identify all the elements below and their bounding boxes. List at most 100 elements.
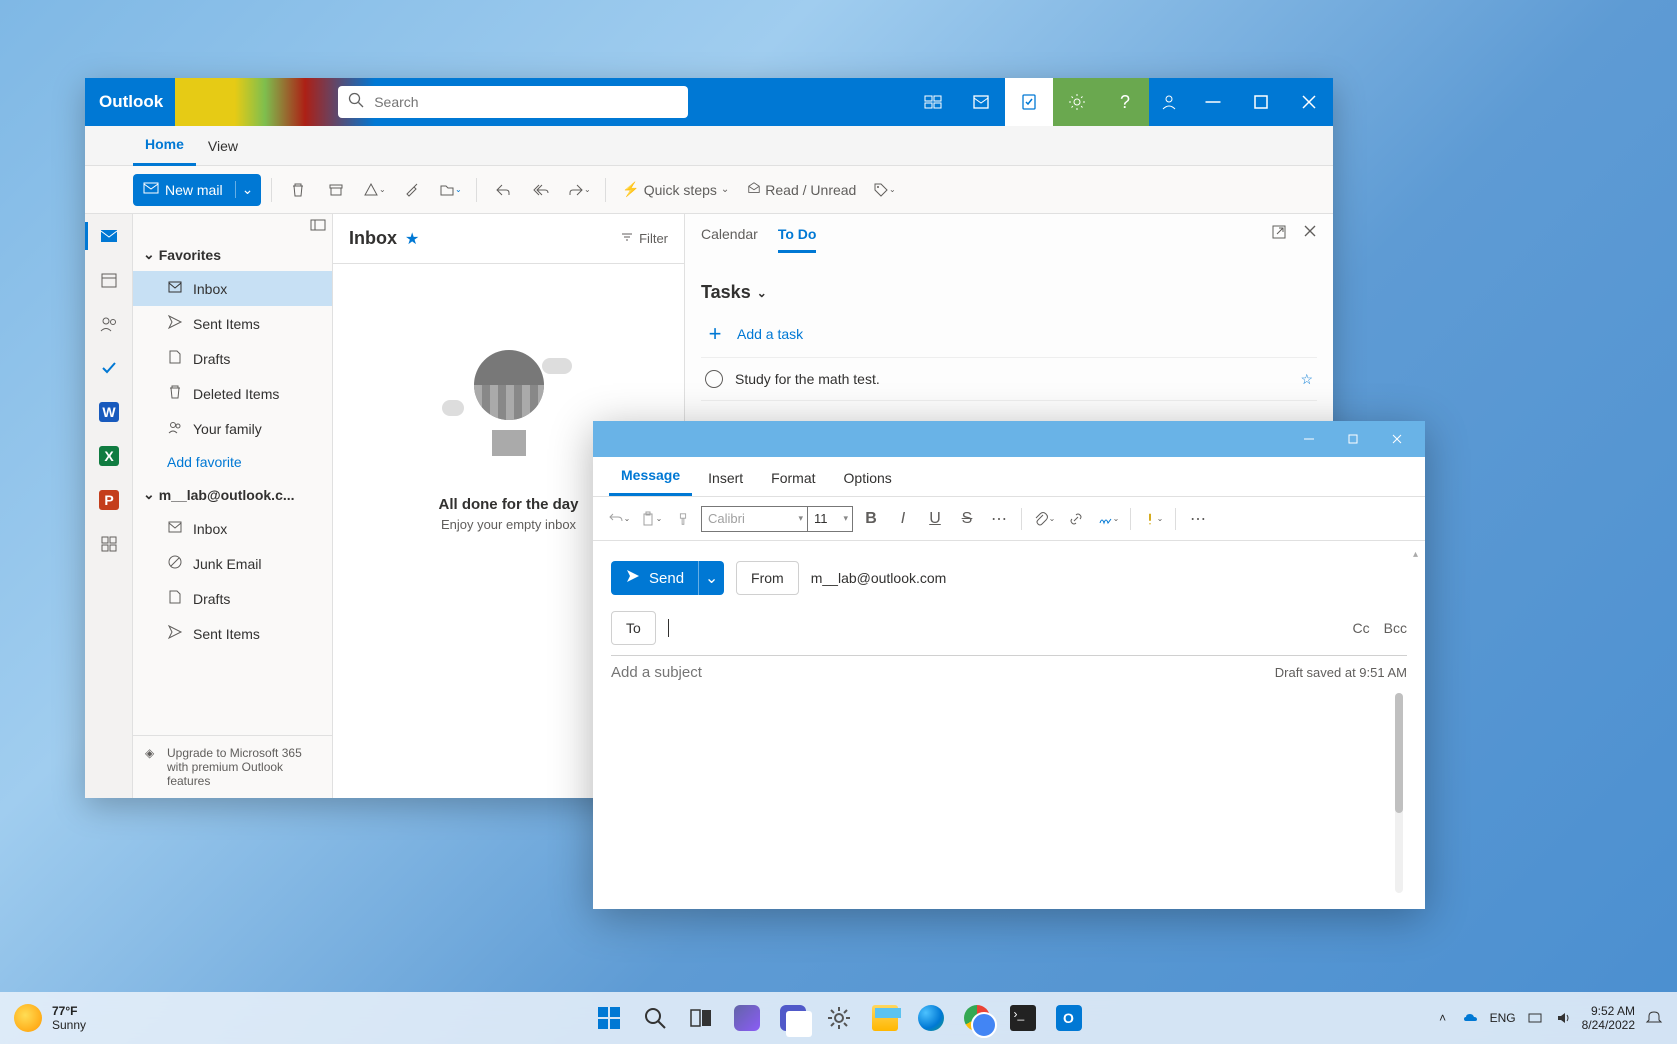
account-header[interactable]: ⌄ m__lab@outlook.c... [133, 478, 332, 511]
onedrive-icon[interactable] [1462, 1009, 1480, 1027]
task-view-icon[interactable] [681, 998, 721, 1038]
rail-calendar-icon[interactable] [85, 258, 133, 302]
ribbon-toggle-icon[interactable] [909, 78, 957, 126]
clock[interactable]: 9:52 AM 8/24/2022 [1582, 1004, 1635, 1032]
search-box[interactable] [338, 86, 688, 118]
rail-people-icon[interactable] [85, 302, 133, 346]
move-icon[interactable]: ⌄ [434, 174, 466, 206]
collapse-pane-icon[interactable] [310, 218, 326, 234]
signature-icon[interactable]: ⌄ [1094, 505, 1122, 533]
compose-minimize-icon[interactable] [1287, 421, 1331, 457]
archive-icon[interactable] [320, 174, 352, 206]
italic-icon[interactable]: I [889, 505, 917, 533]
compose-close-icon[interactable] [1375, 421, 1419, 457]
rail-excel-icon[interactable]: X [85, 434, 133, 478]
close-panel-icon[interactable] [1303, 224, 1317, 245]
reply-all-icon[interactable] [525, 174, 557, 206]
attach-icon[interactable]: ⌄ [1030, 505, 1058, 533]
tab-view[interactable]: View [196, 126, 250, 166]
account-drafts[interactable]: Drafts [133, 581, 332, 616]
widgets-icon[interactable] [727, 998, 767, 1038]
to-button[interactable]: To [611, 611, 656, 645]
compose-maximize-icon[interactable] [1331, 421, 1375, 457]
font-name-dropdown[interactable]: Calibri▾ [702, 507, 808, 531]
scrollbar[interactable] [1395, 693, 1403, 893]
more-options-icon[interactable]: ⋯ [1184, 505, 1212, 533]
bold-icon[interactable]: B [857, 505, 885, 533]
format-painter-icon[interactable] [669, 505, 697, 533]
rail-more-apps-icon[interactable] [85, 522, 133, 566]
account-sent[interactable]: Sent Items [133, 616, 332, 651]
rail-powerpoint-icon[interactable]: P [85, 478, 133, 522]
message-body-editor[interactable] [611, 689, 1407, 897]
underline-icon[interactable]: U [921, 505, 949, 533]
read-unread-button[interactable]: Read / Unread [741, 181, 862, 198]
report-icon[interactable]: ⌄ [358, 174, 390, 206]
task-item[interactable]: Study for the math test. ☆ [701, 358, 1317, 401]
new-mail-button[interactable]: New mail ⌄ [133, 174, 261, 206]
outlook-taskbar-icon[interactable]: O [1049, 998, 1089, 1038]
star-icon[interactable]: ☆ [1300, 371, 1313, 388]
notifications-tray-icon[interactable] [1645, 1009, 1663, 1027]
sweep-icon[interactable] [396, 174, 428, 206]
chrome-icon[interactable] [957, 998, 997, 1038]
minimize-icon[interactable] [1189, 78, 1237, 126]
send-dropdown-icon[interactable]: ⌄ [698, 561, 724, 595]
compose-tab-insert[interactable]: Insert [696, 460, 755, 496]
more-formatting-icon[interactable]: ⋯ [985, 505, 1013, 533]
popout-icon[interactable] [1271, 224, 1287, 245]
tab-home[interactable]: Home [133, 126, 196, 166]
account-junk[interactable]: Junk Email [133, 546, 332, 581]
folder-sent-items[interactable]: Sent Items [133, 306, 332, 341]
volume-icon[interactable] [1554, 1009, 1572, 1027]
folder-deleted-items[interactable]: Deleted Items [133, 376, 332, 411]
file-explorer-icon[interactable] [865, 998, 905, 1038]
account-inbox[interactable]: Inbox [133, 511, 332, 546]
font-size-dropdown[interactable]: 11▾ [808, 507, 852, 531]
paste-icon[interactable]: ⌄ [637, 505, 665, 533]
my-day-icon[interactable] [1005, 78, 1053, 126]
delete-icon[interactable] [282, 174, 314, 206]
rail-mail-icon[interactable] [85, 214, 133, 258]
chat-icon[interactable] [773, 998, 813, 1038]
search-input[interactable] [374, 94, 678, 110]
compose-tab-format[interactable]: Format [759, 460, 827, 496]
star-icon[interactable]: ★ [405, 229, 419, 249]
notifications-icon[interactable] [957, 78, 1005, 126]
edge-icon[interactable] [911, 998, 951, 1038]
send-button[interactable]: Send ⌄ [611, 561, 724, 595]
filter-button[interactable]: Filter [621, 231, 668, 246]
maximize-icon[interactable] [1237, 78, 1285, 126]
font-selector[interactable]: Calibri▾ 11▾ [701, 506, 853, 532]
tab-todo[interactable]: To Do [778, 226, 817, 253]
settings-icon[interactable] [1053, 78, 1101, 126]
task-circle-icon[interactable] [705, 370, 723, 388]
close-icon[interactable] [1285, 78, 1333, 126]
reply-icon[interactable] [487, 174, 519, 206]
rail-todo-icon[interactable] [85, 346, 133, 390]
from-button[interactable]: From [736, 561, 799, 595]
start-button[interactable] [589, 998, 629, 1038]
tray-chevron-icon[interactable]: ˄ [1434, 1009, 1452, 1027]
settings-app-icon[interactable] [819, 998, 859, 1038]
subject-input[interactable] [611, 664, 1275, 681]
compose-tab-message[interactable]: Message [609, 457, 692, 496]
favorites-header[interactable]: ⌄ Favorites [133, 238, 332, 271]
link-icon[interactable] [1062, 505, 1090, 533]
bcc-button[interactable]: Bcc [1384, 620, 1407, 636]
add-task-button[interactable]: + Add a task [701, 311, 1317, 358]
account-icon[interactable] [1149, 78, 1189, 126]
cc-button[interactable]: Cc [1353, 620, 1370, 636]
rail-word-icon[interactable]: W [85, 390, 133, 434]
compose-tab-options[interactable]: Options [832, 460, 904, 496]
add-favorite-link[interactable]: Add favorite [133, 446, 332, 478]
taskbar-search-icon[interactable] [635, 998, 675, 1038]
network-icon[interactable] [1526, 1009, 1544, 1027]
sensitivity-icon[interactable]: ⌄ [1139, 505, 1167, 533]
strikethrough-icon[interactable]: S [953, 505, 981, 533]
chevron-down-icon[interactable]: ⌄ [235, 181, 254, 198]
folder-drafts[interactable]: Drafts [133, 341, 332, 376]
tasks-header[interactable]: Tasks ⌄ [701, 266, 1317, 311]
terminal-icon[interactable]: ›_ [1003, 998, 1043, 1038]
quick-steps-button[interactable]: ⚡Quick steps⌄ [616, 181, 735, 198]
